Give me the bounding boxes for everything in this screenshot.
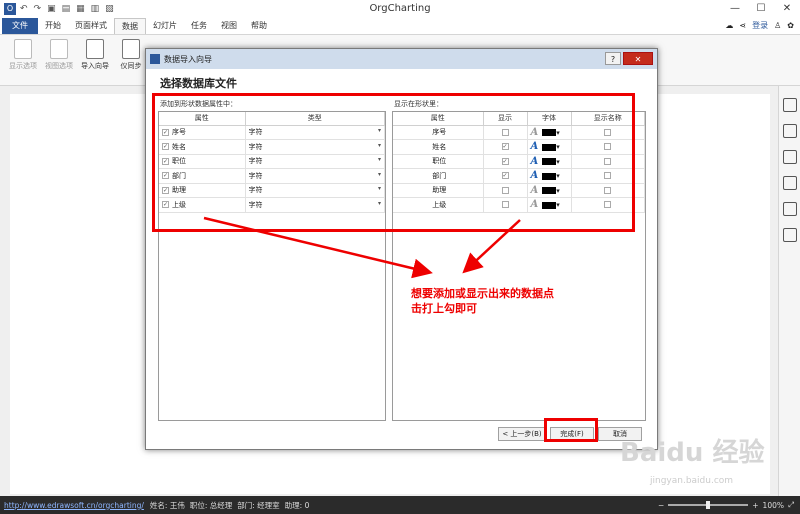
display-options-label: 显示选项 (9, 62, 37, 70)
zoom-level: 100% (762, 500, 784, 510)
sync-button[interactable]: 仪同步 (114, 39, 148, 71)
annotation-line-2: 击打上勾即可 (411, 302, 477, 315)
import-wizard-icon (86, 39, 104, 59)
status-bar: http://www.edrawsoft.cn/orgcharting/ 姓名:… (0, 496, 800, 514)
title-bar: O ↶ ↷ ▣ ▤ ▦ ▥ ▧ OrgCharting — ☐ ✕ (0, 0, 800, 18)
ribbon-tabs: 文件 开始 页面样式 数据 幻灯片 任务 视图 帮助 ☁ ⋖ 登录 ♙ ✿ (0, 18, 800, 34)
zoom-in-icon[interactable]: + (752, 501, 758, 510)
tab-tasks[interactable]: 任务 (184, 18, 214, 34)
display-options-button[interactable]: 显示选项 (6, 39, 40, 71)
login-link[interactable]: 登录 (752, 20, 768, 31)
maximize-icon[interactable]: ☐ (748, 0, 774, 18)
import-wizard-label: 导入向导 (81, 62, 109, 70)
dialog-close-icon[interactable]: ✕ (623, 52, 653, 65)
layers-panel-icon[interactable] (782, 176, 797, 190)
tab-page-style[interactable]: 页面样式 (68, 18, 114, 34)
tab-slides[interactable]: 幻灯片 (146, 18, 184, 34)
close-icon[interactable]: ✕ (774, 0, 800, 18)
zoom-slider-knob[interactable] (706, 501, 711, 509)
search-panel-icon[interactable] (782, 228, 797, 242)
minimize-icon[interactable]: — (722, 0, 748, 18)
annotation-text: 想要添加或显示出来的数据点 击打上勾即可 (411, 286, 554, 316)
dialog-titlebar: 数据导入向导 ? ✕ (146, 49, 657, 69)
tree-panel-icon[interactable] (782, 202, 797, 216)
sync-icon (122, 39, 140, 59)
export-icon[interactable]: ▧ (105, 4, 114, 14)
tab-file[interactable]: 文件 (2, 18, 38, 34)
status-position: 职位: 总经理 (189, 500, 233, 510)
cloud-icon[interactable]: ☁ (725, 21, 733, 30)
list-panel-icon[interactable] (782, 150, 797, 164)
tab-help[interactable]: 帮助 (244, 18, 274, 34)
app-title: OrgCharting (369, 3, 431, 14)
open-icon[interactable]: ▤ (62, 4, 71, 14)
fit-page-icon[interactable]: ⤢ (788, 500, 794, 510)
tab-home[interactable]: 开始 (38, 18, 68, 34)
undo-icon[interactable]: ↶ (20, 4, 28, 14)
dialog-heading: 选择数据库文件 (160, 77, 237, 90)
website-link[interactable]: http://www.edrawsoft.cn/orgcharting/ (4, 501, 144, 510)
zoom-slider[interactable] (668, 501, 749, 509)
view-options-label: 视图选项 (45, 62, 73, 70)
view-options-button[interactable]: 视图选项 (42, 39, 76, 71)
dialog-app-icon (150, 54, 160, 64)
dialog-title: 数据导入向导 (164, 54, 212, 64)
baidu-watermark-url: jingyan.baidu.com (650, 476, 734, 486)
annotation-highlight-box (152, 93, 635, 232)
image-panel-icon[interactable] (782, 98, 797, 112)
dialog-controls: ? ✕ (605, 52, 653, 65)
save-icon[interactable]: ▦ (76, 4, 85, 14)
shirt-icon[interactable]: ♙ (774, 21, 781, 30)
sync-label: 仪同步 (120, 62, 142, 70)
status-assistant: 助理: 0 (284, 500, 310, 510)
app-logo-icon: O (4, 3, 16, 15)
zoom-control: − + 100% ⤢ (658, 500, 794, 510)
back-button[interactable]: < 上一步(B) (498, 427, 546, 441)
quick-access-toolbar: ↶ ↷ ▣ ▤ ▦ ▥ ▧ (20, 4, 114, 14)
status-department: 部门: 经理室 (237, 500, 280, 510)
tab-view[interactable]: 视图 (214, 18, 244, 34)
display-options-icon (14, 39, 32, 59)
zoom-out-icon[interactable]: − (658, 501, 664, 510)
finish-highlight-box (544, 418, 598, 442)
window-controls: — ☐ ✕ (722, 0, 800, 18)
baidu-watermark: Baidu 经验 (620, 438, 765, 468)
status-name: 姓名: 王伟 (149, 500, 185, 510)
share-icon[interactable]: ⋖ (739, 21, 746, 30)
new-icon[interactable]: ▣ (47, 4, 56, 14)
view-options-icon (50, 39, 68, 59)
annotation-line-1: 想要添加或显示出来的数据点 (411, 287, 554, 300)
theme-icon[interactable]: ✿ (787, 21, 794, 30)
print-icon[interactable]: ▥ (91, 4, 100, 14)
right-side-panel (778, 86, 800, 496)
fill-panel-icon[interactable] (782, 124, 797, 138)
help-icon[interactable]: ? (605, 52, 621, 65)
redo-icon[interactable]: ↷ (34, 4, 42, 14)
top-right-tools: ☁ ⋖ 登录 ♙ ✿ (725, 20, 794, 31)
tab-data[interactable]: 数据 (114, 18, 146, 34)
import-wizard-button[interactable]: 导入向导 (78, 39, 112, 71)
